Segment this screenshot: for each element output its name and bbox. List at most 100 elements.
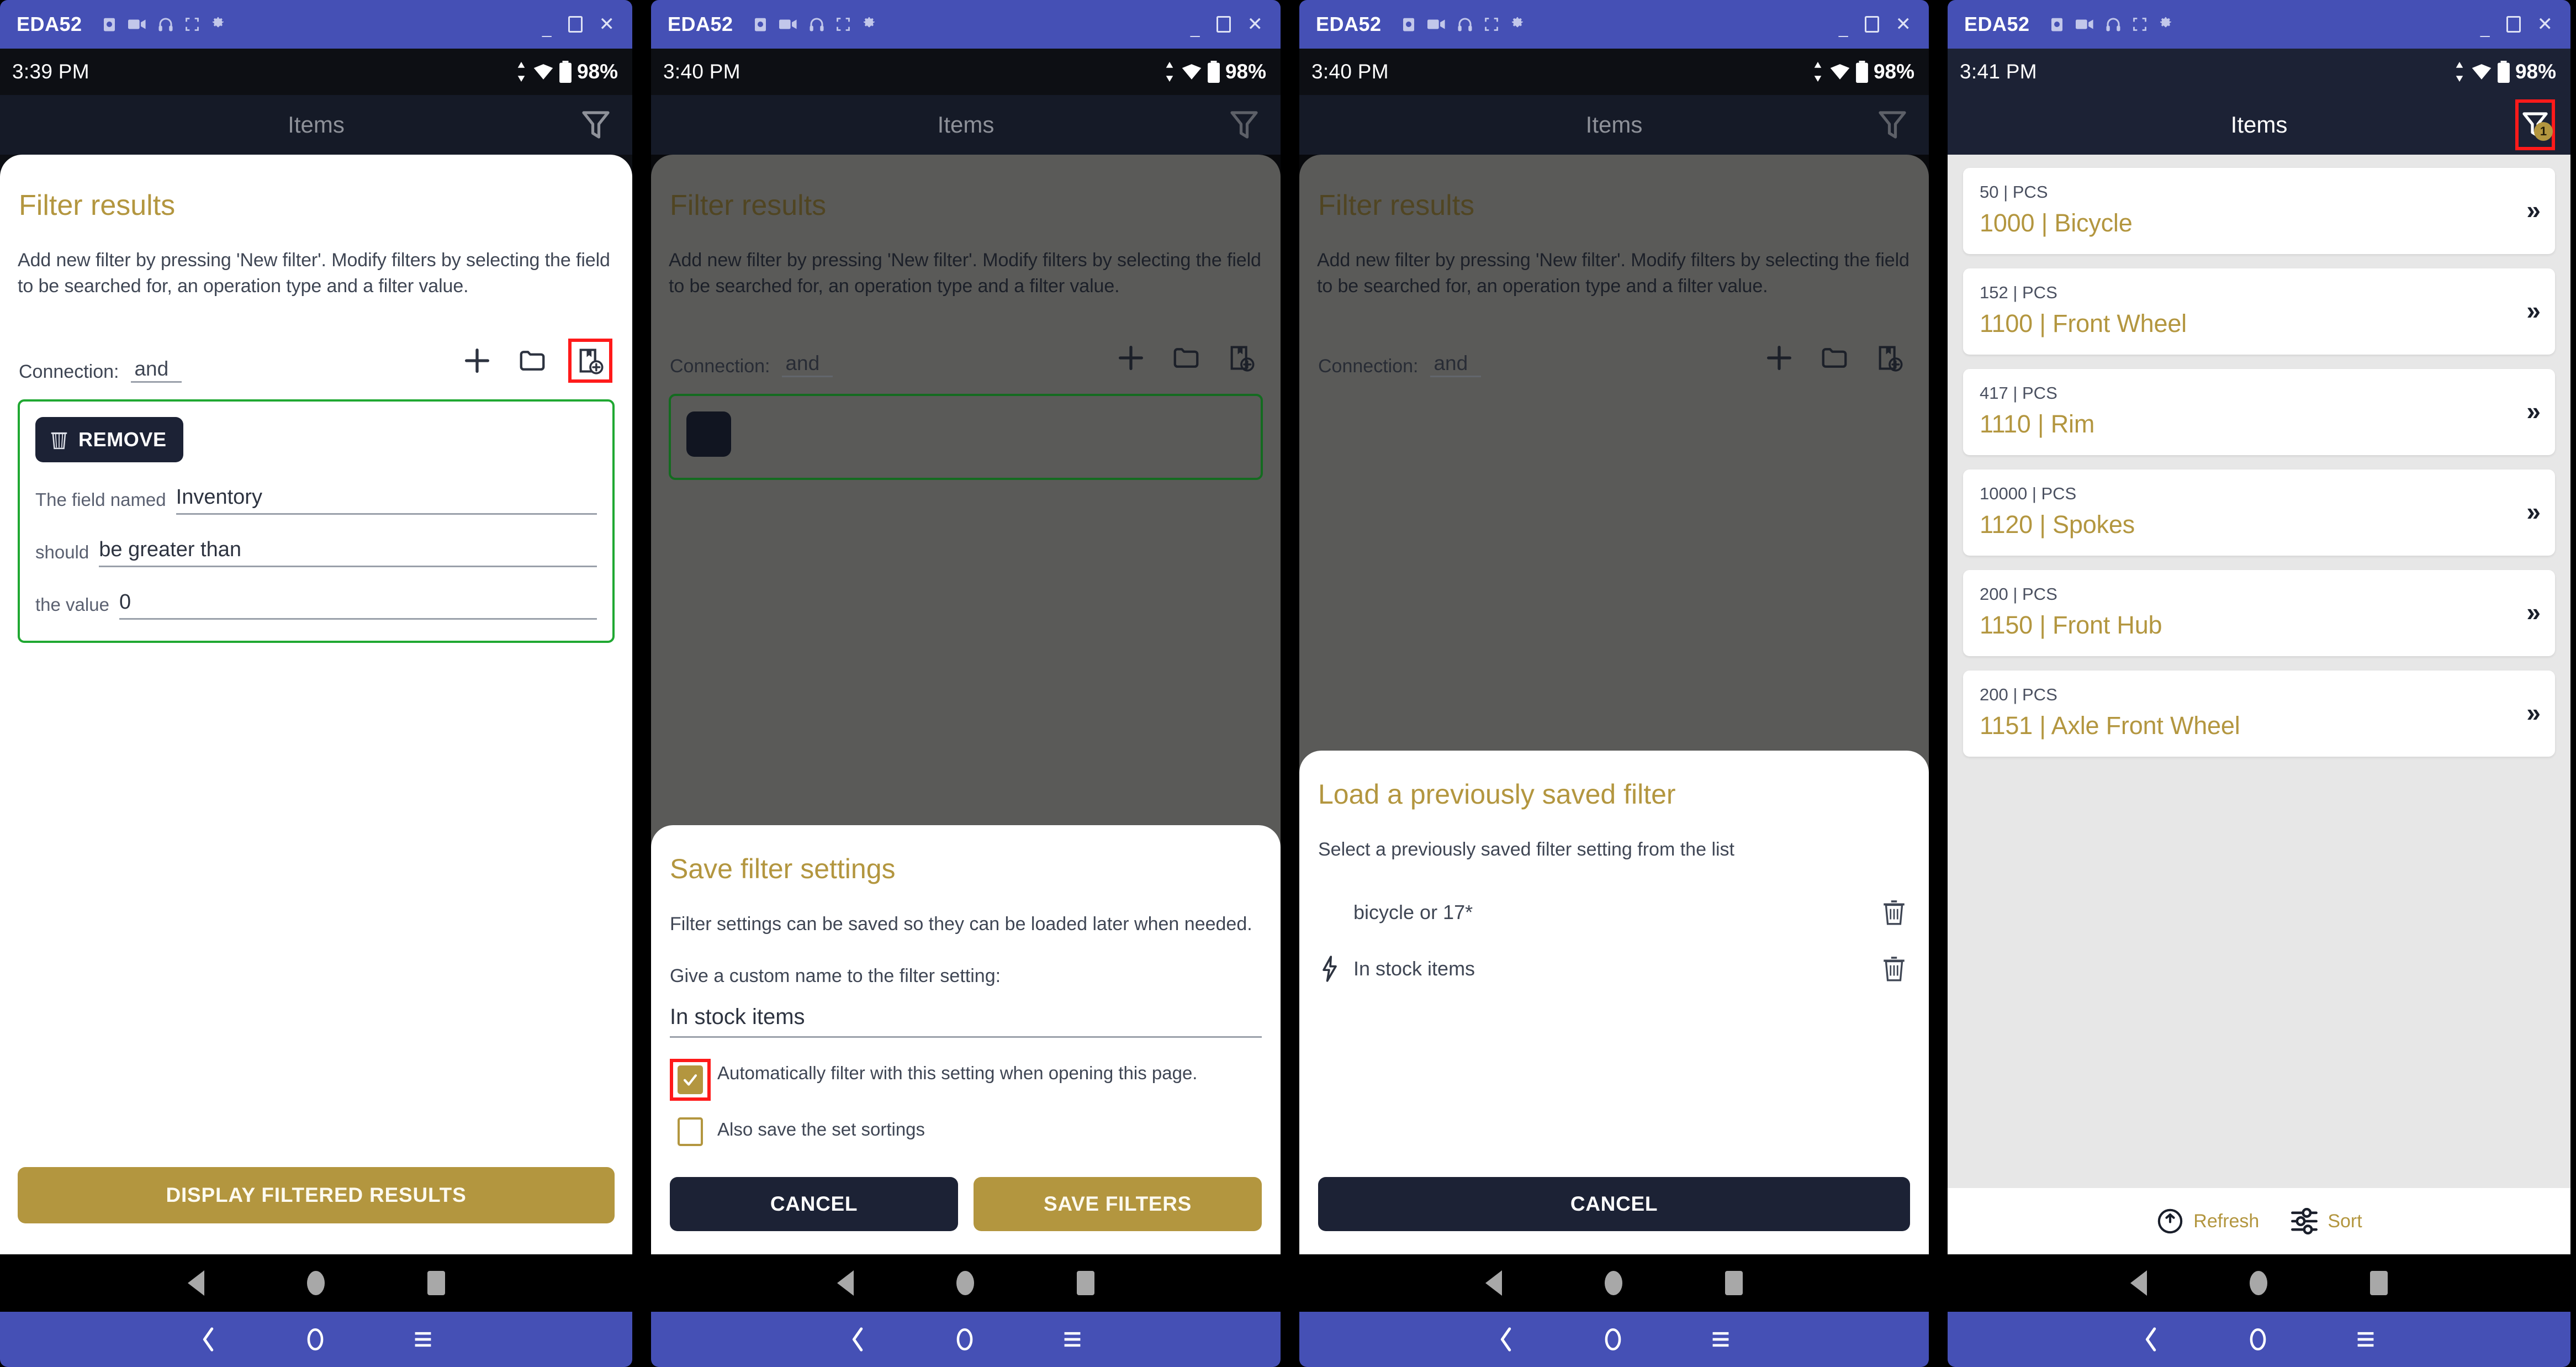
minimize-icon[interactable]: _	[2480, 20, 2490, 37]
settings-icon[interactable]	[210, 17, 226, 32]
auto-filter-checkbox[interactable]	[678, 1065, 703, 1094]
list-item[interactable]: 152 | PCS 1100 | Front Wheel »	[1963, 268, 2555, 355]
filter-name-input[interactable]: In stock items	[670, 1005, 1262, 1038]
maximize-icon[interactable]	[1216, 16, 1231, 33]
record-icon[interactable]	[779, 17, 798, 31]
host-back-icon[interactable]	[2143, 1327, 2160, 1352]
settings-icon[interactable]	[2158, 17, 2173, 32]
filter-icon[interactable]	[575, 104, 617, 146]
record-icon[interactable]	[2075, 17, 2094, 31]
maximize-icon[interactable]	[568, 16, 583, 33]
delete-saved-filter-button[interactable]	[1881, 899, 1907, 926]
android-recents-icon[interactable]	[1077, 1271, 1094, 1295]
minimize-icon[interactable]: _	[1839, 20, 1848, 37]
screenshot-icon[interactable]	[752, 16, 769, 33]
delete-saved-filter-button[interactable]	[1881, 955, 1907, 983]
fullscreen-icon[interactable]	[835, 17, 851, 32]
headphone-icon[interactable]	[808, 16, 825, 33]
auto-filter-checkbox-row[interactable]: Automatically filter with this setting w…	[670, 1059, 1262, 1101]
sort-button[interactable]: Sort	[2290, 1208, 2362, 1234]
list-item[interactable]: 417 | PCS 1110 | Rim »	[1963, 369, 2555, 455]
fullscreen-icon[interactable]	[184, 17, 200, 32]
cancel-button[interactable]: CANCEL	[1318, 1177, 1910, 1231]
cancel-button[interactable]: CANCEL	[670, 1177, 958, 1231]
maximize-icon[interactable]	[2506, 16, 2521, 33]
close-icon[interactable]: ✕	[2537, 15, 2553, 34]
close-icon[interactable]: ✕	[1247, 15, 1263, 34]
list-item[interactable]: 50 | PCS 1000 | Bicycle »	[1963, 168, 2555, 254]
host-menu-icon[interactable]	[1711, 1329, 1731, 1349]
load-filter-folder-icon[interactable]	[513, 341, 552, 380]
maximize-icon[interactable]	[1864, 16, 1879, 33]
fullscreen-icon[interactable]	[2132, 17, 2147, 32]
android-home-icon[interactable]	[2250, 1271, 2267, 1295]
headphone-icon[interactable]	[157, 16, 174, 33]
trash-icon	[51, 432, 67, 450]
screenshot-icon[interactable]	[2049, 16, 2065, 33]
filter-icon[interactable]	[1871, 104, 1913, 146]
host-menu-icon[interactable]	[2356, 1329, 2376, 1349]
android-back-icon[interactable]	[1485, 1270, 1502, 1296]
fullscreen-icon[interactable]	[1484, 17, 1499, 32]
dialog-title: Save filter settings	[670, 853, 896, 884]
filter-icon[interactable]: 1	[2515, 99, 2555, 150]
host-home-icon[interactable]	[955, 1327, 974, 1352]
condition-op-value[interactable]: be greater than	[99, 539, 597, 567]
list-item[interactable]: bicycle or 17*	[1318, 884, 1910, 941]
filter-icon[interactable]	[1223, 104, 1265, 146]
chevron-right-icon[interactable]: »	[2519, 497, 2541, 526]
refresh-button[interactable]: Refresh	[2156, 1207, 2259, 1236]
close-icon[interactable]: ✕	[1896, 15, 1912, 34]
minimize-icon[interactable]: _	[542, 20, 552, 37]
connection-select[interactable]: and	[131, 358, 182, 383]
chevron-right-icon[interactable]: »	[2519, 195, 2541, 225]
list-item[interactable]: 200 | PCS 1150 | Front Hub »	[1963, 570, 2555, 656]
condition-field-value[interactable]: Inventory	[176, 486, 597, 515]
host-home-icon[interactable]	[1604, 1327, 1622, 1352]
settings-icon[interactable]	[861, 17, 877, 32]
saved-filter-name[interactable]: bicycle or 17*	[1353, 901, 1473, 924]
save-filter-icon[interactable]	[568, 339, 612, 383]
android-home-icon[interactable]	[306, 1271, 325, 1295]
android-back-icon[interactable]	[837, 1270, 854, 1296]
host-back-icon[interactable]	[1498, 1327, 1515, 1352]
android-recents-icon[interactable]	[1725, 1271, 1743, 1295]
minimize-icon[interactable]: _	[1191, 20, 1200, 37]
save-filters-button[interactable]: SAVE FILTERS	[974, 1177, 1262, 1231]
android-home-icon[interactable]	[1605, 1271, 1622, 1295]
record-icon[interactable]	[1427, 17, 1446, 31]
list-item[interactable]: In stock items	[1318, 941, 1910, 997]
close-icon[interactable]: ✕	[599, 15, 615, 34]
host-home-icon[interactable]	[2249, 1327, 2267, 1352]
chevron-right-icon[interactable]: »	[2519, 295, 2541, 325]
chevron-right-icon[interactable]: »	[2519, 597, 2541, 627]
condition-value-input[interactable]: 0	[119, 591, 597, 620]
headphone-icon[interactable]	[2105, 16, 2122, 33]
record-icon[interactable]	[128, 17, 147, 31]
android-recents-icon[interactable]	[427, 1271, 445, 1295]
saved-filter-name[interactable]: In stock items	[1353, 957, 1475, 980]
host-back-icon[interactable]	[200, 1327, 218, 1352]
headphone-icon[interactable]	[1457, 16, 1473, 33]
display-filtered-results-button[interactable]: DISPLAY FILTERED RESULTS	[18, 1167, 615, 1223]
android-recents-icon[interactable]	[2370, 1271, 2388, 1295]
list-item[interactable]: 200 | PCS 1151 | Axle Front Wheel »	[1963, 671, 2555, 757]
host-menu-icon[interactable]	[413, 1329, 433, 1349]
host-back-icon[interactable]	[849, 1327, 867, 1352]
list-item[interactable]: 10000 | PCS 1120 | Spokes »	[1963, 469, 2555, 556]
host-home-icon[interactable]	[306, 1327, 325, 1352]
items-list[interactable]: 50 | PCS 1000 | Bicycle » 152 | PCS 1100…	[1948, 155, 2570, 757]
save-sortings-checkbox[interactable]	[678, 1117, 703, 1146]
android-back-icon[interactable]	[2130, 1270, 2147, 1296]
android-back-icon[interactable]	[187, 1270, 204, 1296]
settings-icon[interactable]	[1510, 17, 1525, 32]
screenshot-icon[interactable]	[1400, 16, 1417, 33]
host-menu-icon[interactable]	[1062, 1329, 1082, 1349]
save-sortings-checkbox-row[interactable]: Also save the set sortings	[670, 1115, 1262, 1146]
remove-filter-button[interactable]: REMOVE	[35, 417, 183, 463]
chevron-right-icon[interactable]: »	[2519, 698, 2541, 727]
add-filter-icon[interactable]	[458, 341, 496, 380]
chevron-right-icon[interactable]: »	[2519, 396, 2541, 426]
screenshot-icon[interactable]	[101, 16, 118, 33]
android-home-icon[interactable]	[956, 1271, 974, 1295]
